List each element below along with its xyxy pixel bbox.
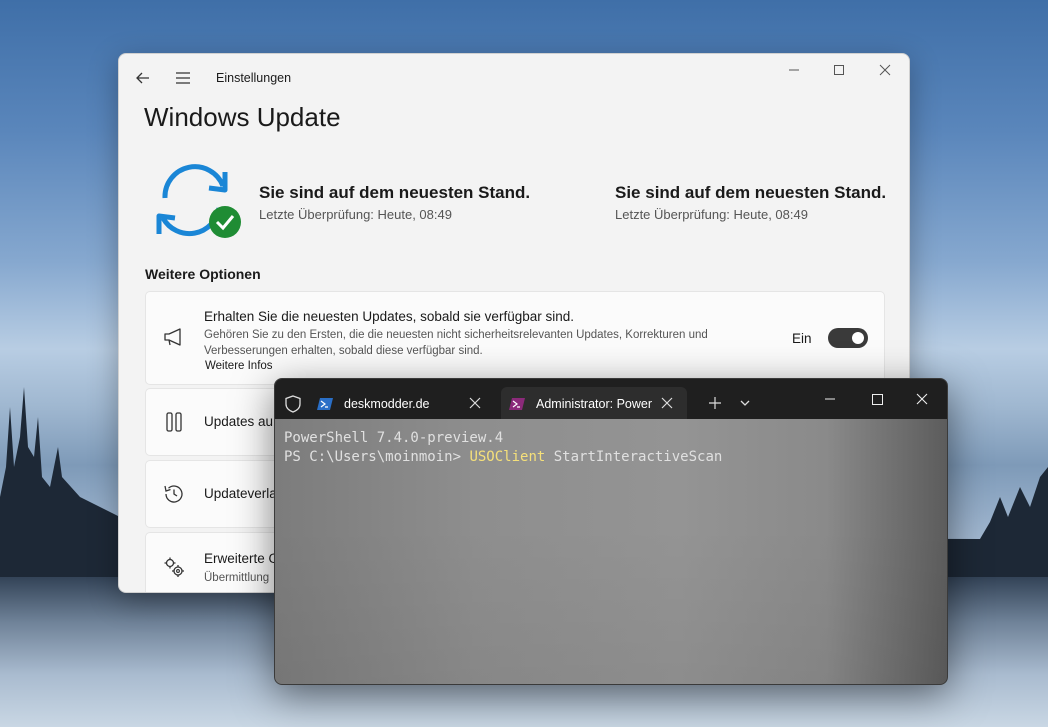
toggle-state-label: Ein bbox=[792, 331, 812, 346]
gears-icon bbox=[164, 557, 184, 577]
latest-updates-toggle[interactable] bbox=[828, 328, 868, 348]
powershell-icon bbox=[317, 398, 333, 410]
prompt-line: PS C:\Users\moinmoin> USOClient StartInt… bbox=[284, 448, 722, 467]
tab-administrator-powershell[interactable]: Administrator: Power bbox=[501, 387, 687, 419]
terminal-maximize-button[interactable] bbox=[854, 387, 900, 413]
more-info-link[interactable]: Weitere Infos bbox=[205, 360, 273, 372]
last-check-text-duplicate: Letzte Überprüfung: Heute, 08:49 bbox=[615, 207, 808, 222]
update-status-title: Sie sind auf dem neuesten Stand. bbox=[259, 183, 531, 202]
megaphone-icon bbox=[164, 328, 181, 346]
card-title: Erhalten Sie die neuesten Updates, sobal… bbox=[204, 309, 574, 324]
terminal-minimize-button[interactable] bbox=[807, 387, 853, 413]
title-bar: Einstellungen bbox=[119, 54, 909, 102]
card-title: Updateverla bbox=[204, 486, 277, 501]
card-description: Gehören Sie zu den Ersten, die die neues… bbox=[204, 329, 708, 357]
card-title: Erweiterte O bbox=[204, 551, 280, 566]
powershell-version-line: PowerShell 7.4.0-preview.4 bbox=[284, 430, 504, 446]
card-title: Updates au bbox=[204, 414, 274, 429]
page-title: Windows Update bbox=[144, 102, 341, 132]
tab-label: Administrator: Power bbox=[536, 397, 653, 411]
history-icon bbox=[164, 485, 183, 503]
tab-label: deskmodder.de bbox=[344, 397, 430, 411]
back-arrow-icon[interactable] bbox=[131, 66, 155, 90]
last-check-text: Letzte Überprüfung: Heute, 08:49 bbox=[259, 207, 452, 222]
card-latest-updates[interactable]: Erhalten Sie die neuesten Updates, sobal… bbox=[145, 291, 885, 385]
shield-icon bbox=[285, 395, 301, 413]
chevron-down-icon[interactable] bbox=[739, 397, 751, 409]
terminal-window: deskmodder.de Administrator: Power Power… bbox=[274, 378, 948, 685]
close-tab-icon[interactable] bbox=[469, 397, 481, 409]
hamburger-menu-icon[interactable] bbox=[171, 66, 195, 90]
update-status-title-duplicate: Sie sind auf dem neuesten Stand. bbox=[615, 183, 887, 202]
terminal-output[interactable]: PowerShell 7.4.0-preview.4 PS C:\Users\mo… bbox=[284, 429, 722, 467]
close-button[interactable] bbox=[865, 60, 905, 92]
new-tab-plus-icon[interactable] bbox=[707, 395, 723, 411]
section-title: Weitere Optionen bbox=[145, 266, 261, 282]
close-tab-icon[interactable] bbox=[661, 397, 673, 409]
powershell-preview-icon bbox=[509, 398, 525, 410]
update-sync-icon bbox=[156, 164, 241, 238]
app-title: Einstellungen bbox=[216, 71, 292, 85]
pause-icon bbox=[166, 412, 182, 432]
terminal-close-button[interactable] bbox=[899, 387, 945, 413]
minimize-button[interactable] bbox=[774, 60, 814, 92]
maximize-button[interactable] bbox=[819, 60, 859, 92]
command: USOClient bbox=[469, 449, 546, 465]
terminal-tab-bar: deskmodder.de Administrator: Power bbox=[275, 379, 947, 419]
prompt: PS C:\Users\moinmoin> bbox=[284, 449, 470, 465]
command-args: StartInteractiveScan bbox=[545, 449, 723, 465]
tab-deskmodder[interactable]: deskmodder.de bbox=[309, 387, 495, 419]
